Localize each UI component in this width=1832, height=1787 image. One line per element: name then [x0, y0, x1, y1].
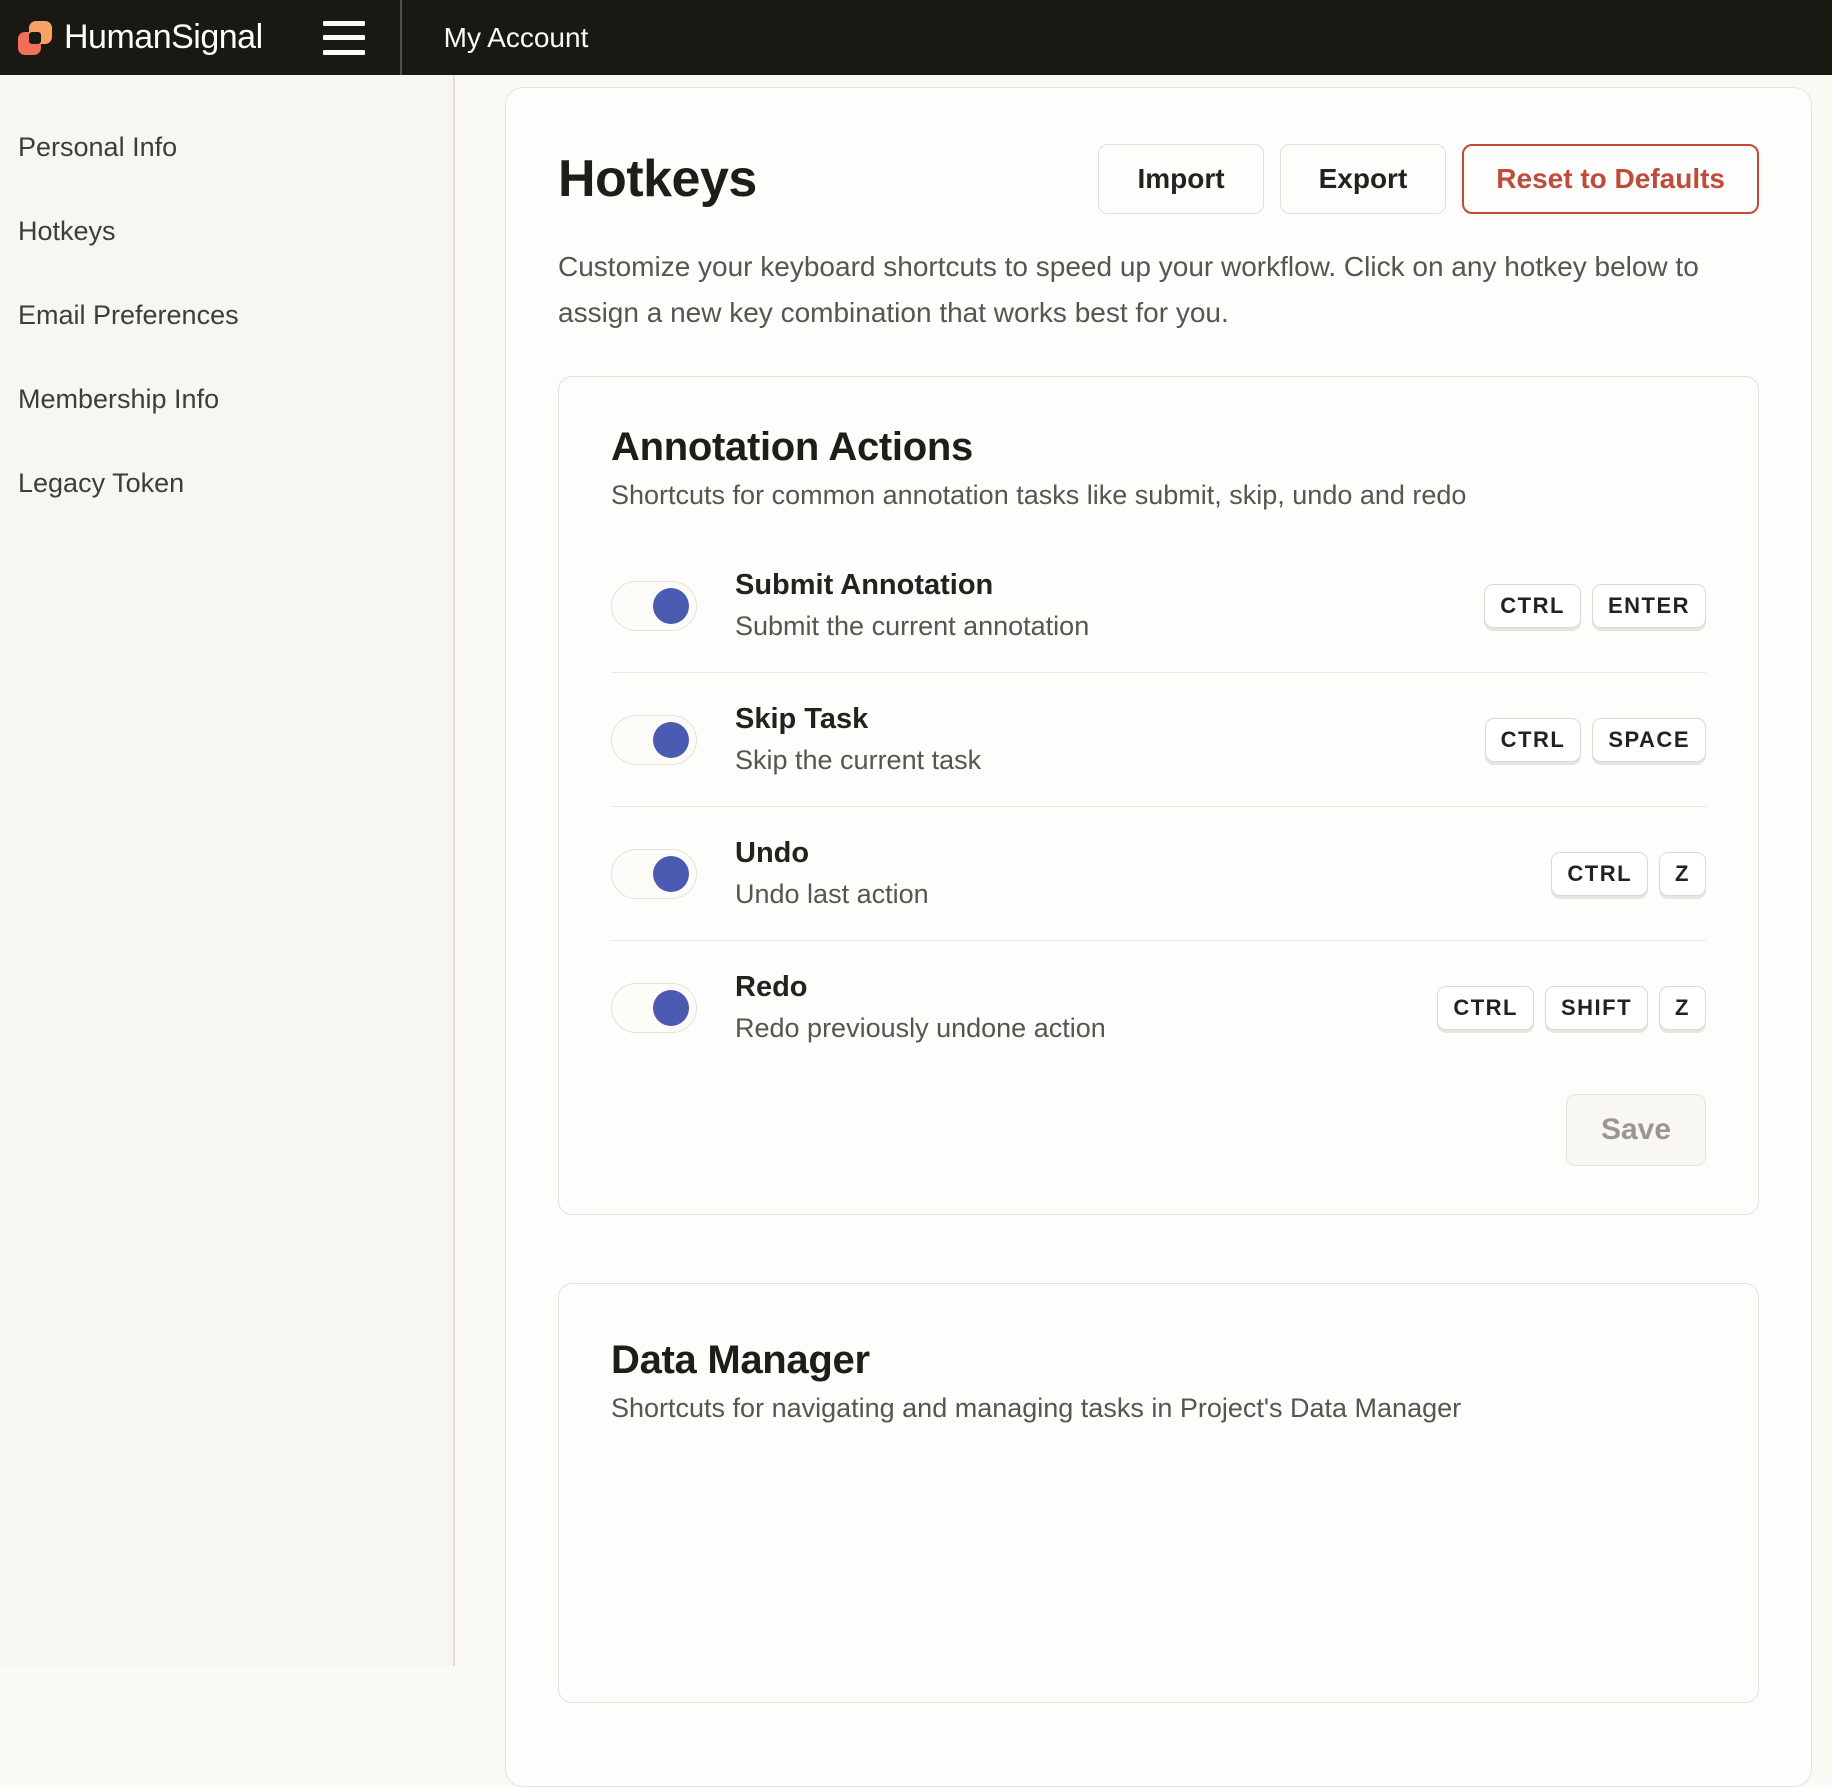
hotkeys-description: Customize your keyboard shortcuts to spe…: [558, 244, 1759, 336]
hotkey-description: Submit the current annotation: [735, 611, 1484, 642]
hotkey-keys: CTRLZ: [1551, 852, 1706, 896]
save-button[interactable]: Save: [1566, 1094, 1706, 1166]
hotkey-text: Skip Task Skip the current task: [735, 703, 1485, 776]
page-context-title: My Account: [444, 22, 589, 54]
toggle-switch[interactable]: [611, 849, 697, 899]
toggle-knob: [653, 990, 689, 1026]
hotkeys-header: Hotkeys Import Export Reset to Defaults: [558, 144, 1759, 214]
page-title: Hotkeys: [558, 149, 757, 209]
hotkey-key-chip[interactable]: SHIFT: [1545, 986, 1648, 1030]
toggle-switch[interactable]: [611, 983, 697, 1033]
brand-name: HumanSignal: [64, 18, 263, 57]
hotkey-title: Skip Task: [735, 703, 1485, 736]
hotkey-title: Undo: [735, 837, 1551, 870]
hotkey-row: Undo Undo last action CTRLZ: [611, 806, 1706, 940]
section-data-manager: Data Manager Shortcuts for navigating an…: [558, 1283, 1759, 1703]
toggle-switch[interactable]: [611, 581, 697, 631]
section-subtitle: Shortcuts for common annotation tasks li…: [611, 480, 1706, 511]
hotkey-description: Redo previously undone action: [735, 1013, 1437, 1044]
hotkey-key-chip[interactable]: CTRL: [1484, 584, 1581, 628]
hotkey-keys: CTRLENTER: [1484, 584, 1706, 628]
export-button[interactable]: Export: [1280, 144, 1447, 214]
hotkey-keys: CTRLSHIFTZ: [1437, 986, 1706, 1030]
hotkey-key-chip[interactable]: CTRL: [1551, 852, 1648, 896]
main-content: Hotkeys Import Export Reset to Defaults …: [457, 75, 1832, 1666]
hotkey-title: Redo: [735, 971, 1437, 1004]
hotkey-key-chip[interactable]: SPACE: [1592, 718, 1706, 762]
hotkey-row: Redo Redo previously undone action CTRLS…: [611, 940, 1706, 1074]
sidebar-item-membership-info[interactable]: Membership Info: [0, 357, 453, 441]
account-sidebar: Personal InfoHotkeysEmail PreferencesMem…: [0, 75, 455, 1666]
header-actions: Import Export Reset to Defaults: [1098, 144, 1759, 214]
section-annotation-actions: Annotation Actions Shortcuts for common …: [558, 376, 1759, 1215]
section-subtitle: Shortcuts for navigating and managing ta…: [611, 1393, 1706, 1424]
hotkey-key-chip[interactable]: Z: [1659, 852, 1706, 896]
hotkey-key-chip[interactable]: CTRL: [1485, 718, 1582, 762]
save-row: Save: [611, 1094, 1706, 1166]
hotkey-description: Skip the current task: [735, 745, 1485, 776]
sidebar-item-hotkeys[interactable]: Hotkeys: [0, 189, 453, 273]
toggle-switch[interactable]: [611, 715, 697, 765]
hotkey-title: Submit Annotation: [735, 569, 1484, 602]
section-title: Data Manager: [611, 1338, 1706, 1383]
hamburger-menu-icon[interactable]: [323, 21, 365, 55]
top-bar: HumanSignal My Account: [0, 0, 1832, 75]
hotkey-key-chip[interactable]: CTRL: [1437, 986, 1534, 1030]
hotkeys-panel: Hotkeys Import Export Reset to Defaults …: [505, 87, 1812, 1787]
sidebar-item-email-preferences[interactable]: Email Preferences: [0, 273, 453, 357]
hotkey-description: Undo last action: [735, 879, 1551, 910]
toggle-knob: [653, 856, 689, 892]
section-title: Annotation Actions: [611, 425, 1706, 470]
hotkey-key-chip[interactable]: ENTER: [1592, 584, 1706, 628]
topbar-divider: [400, 0, 402, 75]
sidebar-item-legacy-token[interactable]: Legacy Token: [0, 441, 453, 525]
hotkey-rows: Submit Annotation Submit the current ann…: [611, 539, 1706, 1074]
hotkey-text: Undo Undo last action: [735, 837, 1551, 910]
hotkey-text: Redo Redo previously undone action: [735, 971, 1437, 1044]
hotkey-keys: CTRLSPACE: [1485, 718, 1706, 762]
toggle-knob: [653, 722, 689, 758]
hotkey-key-chip[interactable]: Z: [1659, 986, 1706, 1030]
brand-logo[interactable]: HumanSignal: [0, 18, 263, 57]
hotkey-text: Submit Annotation Submit the current ann…: [735, 569, 1484, 642]
reset-to-defaults-button[interactable]: Reset to Defaults: [1462, 144, 1759, 214]
sidebar-item-personal-info[interactable]: Personal Info: [0, 105, 453, 189]
hotkey-row: Submit Annotation Submit the current ann…: [611, 539, 1706, 672]
hotkey-row: Skip Task Skip the current task CTRLSPAC…: [611, 672, 1706, 806]
toggle-knob: [653, 588, 689, 624]
import-button[interactable]: Import: [1098, 144, 1263, 214]
humansignal-logo-icon: [18, 21, 52, 55]
